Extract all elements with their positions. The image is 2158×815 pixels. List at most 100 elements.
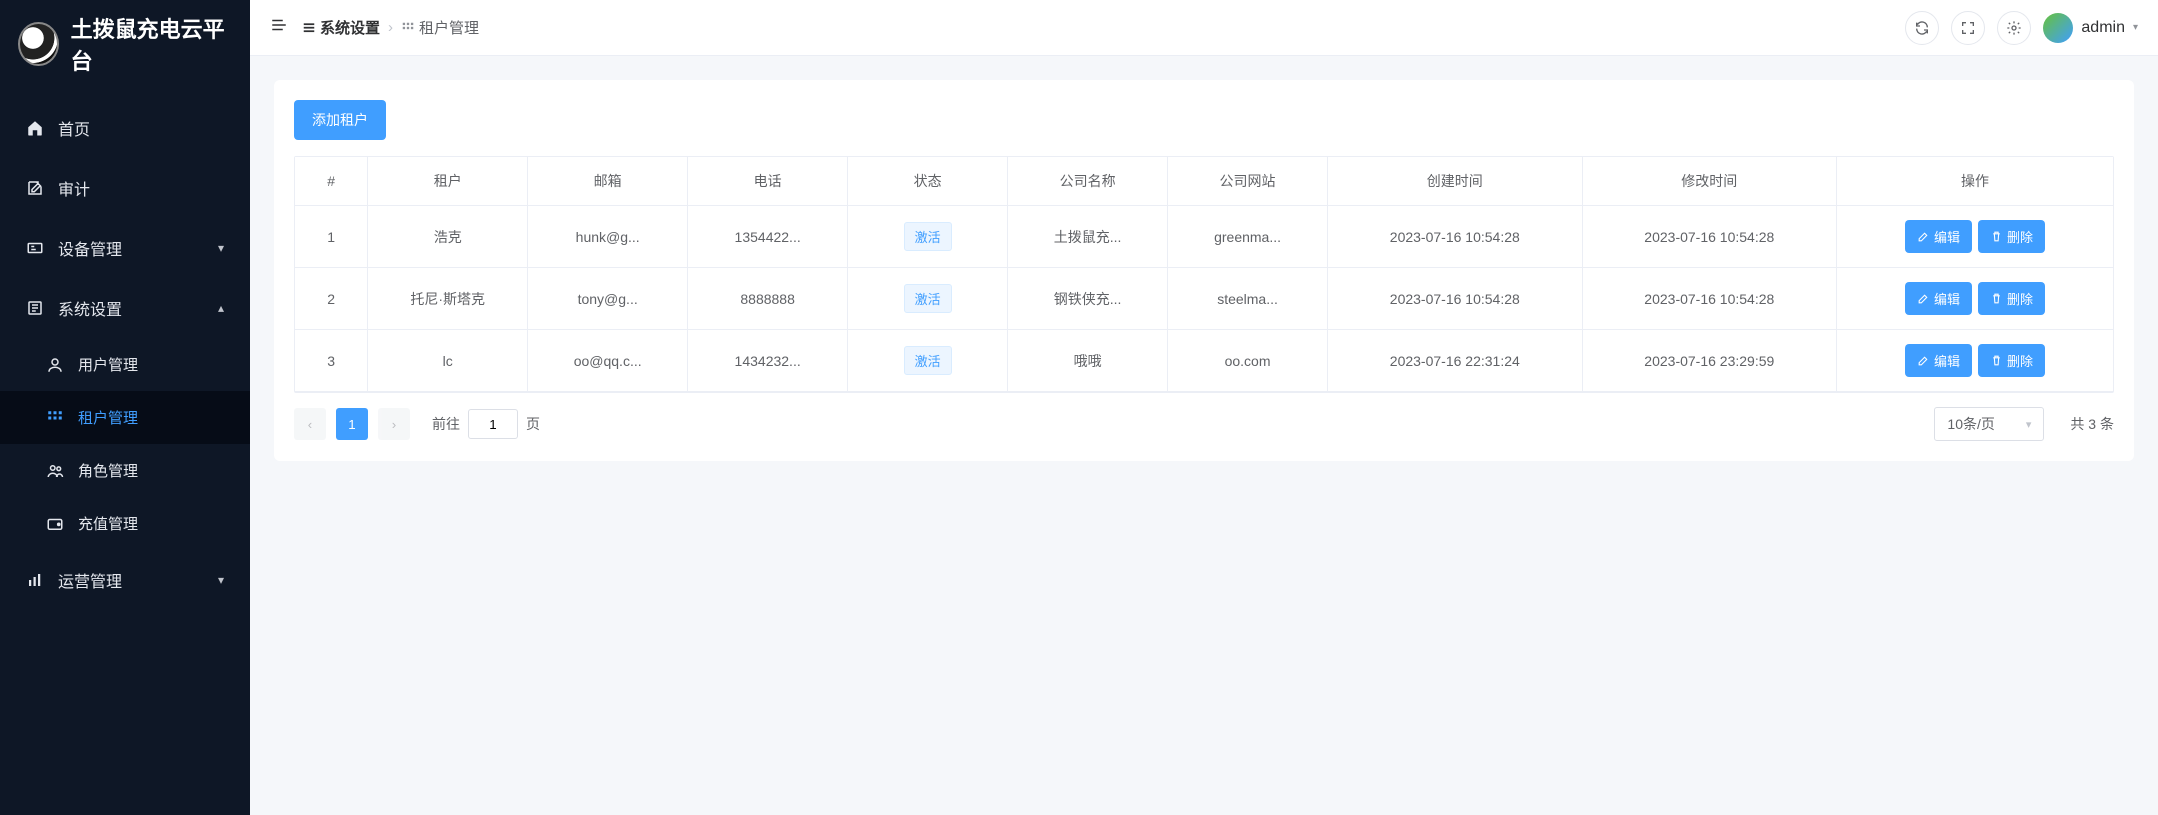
table-header-row: # 租户 邮箱 电话 状态 公司名称 公司网站 创建时间 修改时间 操作 (295, 157, 2113, 206)
chevron-down-icon: ▾ (2133, 22, 2138, 33)
col-phone: 电话 (688, 157, 848, 206)
sidebar-item-label: 充值管理 (78, 513, 138, 534)
jump-input[interactable] (468, 409, 518, 439)
cell-ops: 编辑删除 (1837, 206, 2113, 268)
app-logo (18, 22, 59, 66)
breadcrumb-separator: › (388, 19, 393, 36)
home-icon (26, 119, 44, 137)
sidebar-item-audit[interactable]: 审计 (0, 158, 250, 218)
sidebar-item-tenant-mgmt[interactable]: 租户管理 (0, 391, 250, 444)
cell-index: 1 (295, 206, 368, 268)
table-row: 2托尼·斯塔克tony@g...8888888激活钢铁侠充...steelma.… (295, 268, 2113, 330)
nav: 首页 审计 设备管理 ▾ 系统设置 ▴ 用户管理 (0, 98, 250, 610)
chevron-down-icon: ▾ (2026, 418, 2032, 431)
content: 添加租户 # 租户 邮箱 电话 (250, 56, 2158, 815)
breadcrumb-item[interactable]: 系统设置 (302, 17, 380, 38)
sidebar-item-device[interactable]: 设备管理 ▾ (0, 218, 250, 278)
breadcrumb-item: 租户管理 (401, 17, 479, 38)
cell-status: 激活 (848, 330, 1008, 392)
sidebar-item-role-mgmt[interactable]: 角色管理 (0, 444, 250, 497)
fullscreen-button[interactable] (1951, 11, 1985, 45)
table-wrap: # 租户 邮箱 电话 状态 公司名称 公司网站 创建时间 修改时间 操作 (294, 156, 2114, 393)
sidebar-item-user-mgmt[interactable]: 用户管理 (0, 338, 250, 391)
edit-button[interactable]: 编辑 (1905, 344, 1972, 377)
edit-button[interactable]: 编辑 (1905, 220, 1972, 253)
cell-website: greenma... (1168, 206, 1328, 268)
sidebar-item-recharge-mgmt[interactable]: 充值管理 (0, 497, 250, 550)
sidebar-item-label: 角色管理 (78, 460, 138, 481)
sidebar-item-label: 租户管理 (78, 407, 138, 428)
sidebar-item-home[interactable]: 首页 (0, 98, 250, 158)
cell-index: 2 (295, 268, 368, 330)
delete-button[interactable]: 删除 (1978, 282, 2045, 315)
trash-icon (1990, 354, 2003, 367)
trash-icon (1990, 292, 2003, 305)
next-page-button[interactable]: › (378, 408, 410, 440)
cell-status: 激活 (848, 206, 1008, 268)
table-row: 3lcoo@qq.c...1434232...激活哦哦oo.com2023-07… (295, 330, 2113, 392)
prev-page-button[interactable]: ‹ (294, 408, 326, 440)
cell-updated: 2023-07-16 23:29:59 (1582, 330, 1837, 392)
breadcrumb: 系统设置 › 租户管理 (302, 17, 479, 38)
edit-button[interactable]: 编辑 (1905, 282, 1972, 315)
device-icon (26, 239, 44, 257)
cell-created: 2023-07-16 22:31:24 (1328, 330, 1583, 392)
app-title: 土拨鼠充电云平台 (71, 12, 232, 76)
add-tenant-button[interactable]: 添加租户 (294, 100, 386, 140)
cell-ops: 编辑删除 (1837, 268, 2113, 330)
col-email: 邮箱 (528, 157, 688, 206)
header: 系统设置 › 租户管理 admin ▾ (250, 0, 2158, 56)
logo-area: 土拨鼠充电云平台 (0, 0, 250, 88)
page-size-select[interactable]: 10条/页 ▾ (1934, 407, 2044, 441)
col-ops: 操作 (1837, 157, 2113, 206)
page-size-label: 10条/页 (1947, 414, 1994, 434)
col-created: 创建时间 (1328, 157, 1583, 206)
cell-tenant: lc (368, 330, 528, 392)
cell-updated: 2023-07-16 10:54:28 (1582, 206, 1837, 268)
sidebar-item-label: 审计 (58, 176, 90, 200)
cell-phone: 8888888 (688, 268, 848, 330)
trash-icon (1990, 230, 2003, 243)
sidebar-item-label: 系统设置 (58, 296, 122, 320)
status-badge: 激活 (904, 222, 952, 251)
user-menu[interactable]: admin ▾ (2043, 13, 2138, 43)
edit-icon (1917, 292, 1930, 305)
toggle-sidebar-button[interactable] (270, 16, 288, 39)
col-index: # (295, 157, 368, 206)
jump-suffix: 页 (526, 414, 540, 434)
wallet-icon (46, 515, 64, 533)
cell-created: 2023-07-16 10:54:28 (1328, 268, 1583, 330)
cell-phone: 1354422... (688, 206, 848, 268)
delete-button[interactable]: 删除 (1978, 344, 2045, 377)
table-row: 1浩克hunk@g...1354422...激活土拨鼠充...greenma..… (295, 206, 2113, 268)
card: 添加租户 # 租户 邮箱 电话 (274, 80, 2134, 461)
sidebar-item-operations[interactable]: 运营管理 ▾ (0, 550, 250, 610)
chevron-down-icon: ▾ (218, 241, 224, 255)
grid-icon (46, 409, 64, 427)
users-icon (46, 462, 64, 480)
settings-button[interactable] (1997, 11, 2031, 45)
page-number-button[interactable]: 1 (336, 408, 368, 440)
sidebar-item-label: 设备管理 (58, 236, 122, 260)
tenant-table: # 租户 邮箱 电话 状态 公司名称 公司网站 创建时间 修改时间 操作 (295, 157, 2113, 392)
chart-icon (26, 571, 44, 589)
total-label: 共 3 条 (2070, 414, 2114, 434)
cell-status: 激活 (848, 268, 1008, 330)
sidebar: 土拨鼠充电云平台 首页 审计 设备管理 ▾ 系统设置 ▴ (0, 0, 250, 815)
cell-phone: 1434232... (688, 330, 848, 392)
cell-ops: 编辑删除 (1837, 330, 2113, 392)
list-icon (302, 21, 316, 35)
cell-index: 3 (295, 330, 368, 392)
col-status: 状态 (848, 157, 1008, 206)
delete-button[interactable]: 删除 (1978, 220, 2045, 253)
cell-tenant: 浩克 (368, 206, 528, 268)
col-website: 公司网站 (1168, 157, 1328, 206)
cell-website: oo.com (1168, 330, 1328, 392)
sidebar-item-system-settings[interactable]: 系统设置 ▴ (0, 278, 250, 338)
sidebar-item-label: 用户管理 (78, 354, 138, 375)
cell-company: 哦哦 (1008, 330, 1168, 392)
refresh-button[interactable] (1905, 11, 1939, 45)
breadcrumb-label: 系统设置 (320, 17, 380, 38)
chevron-up-icon: ▴ (218, 301, 224, 315)
edit-doc-icon (26, 179, 44, 197)
